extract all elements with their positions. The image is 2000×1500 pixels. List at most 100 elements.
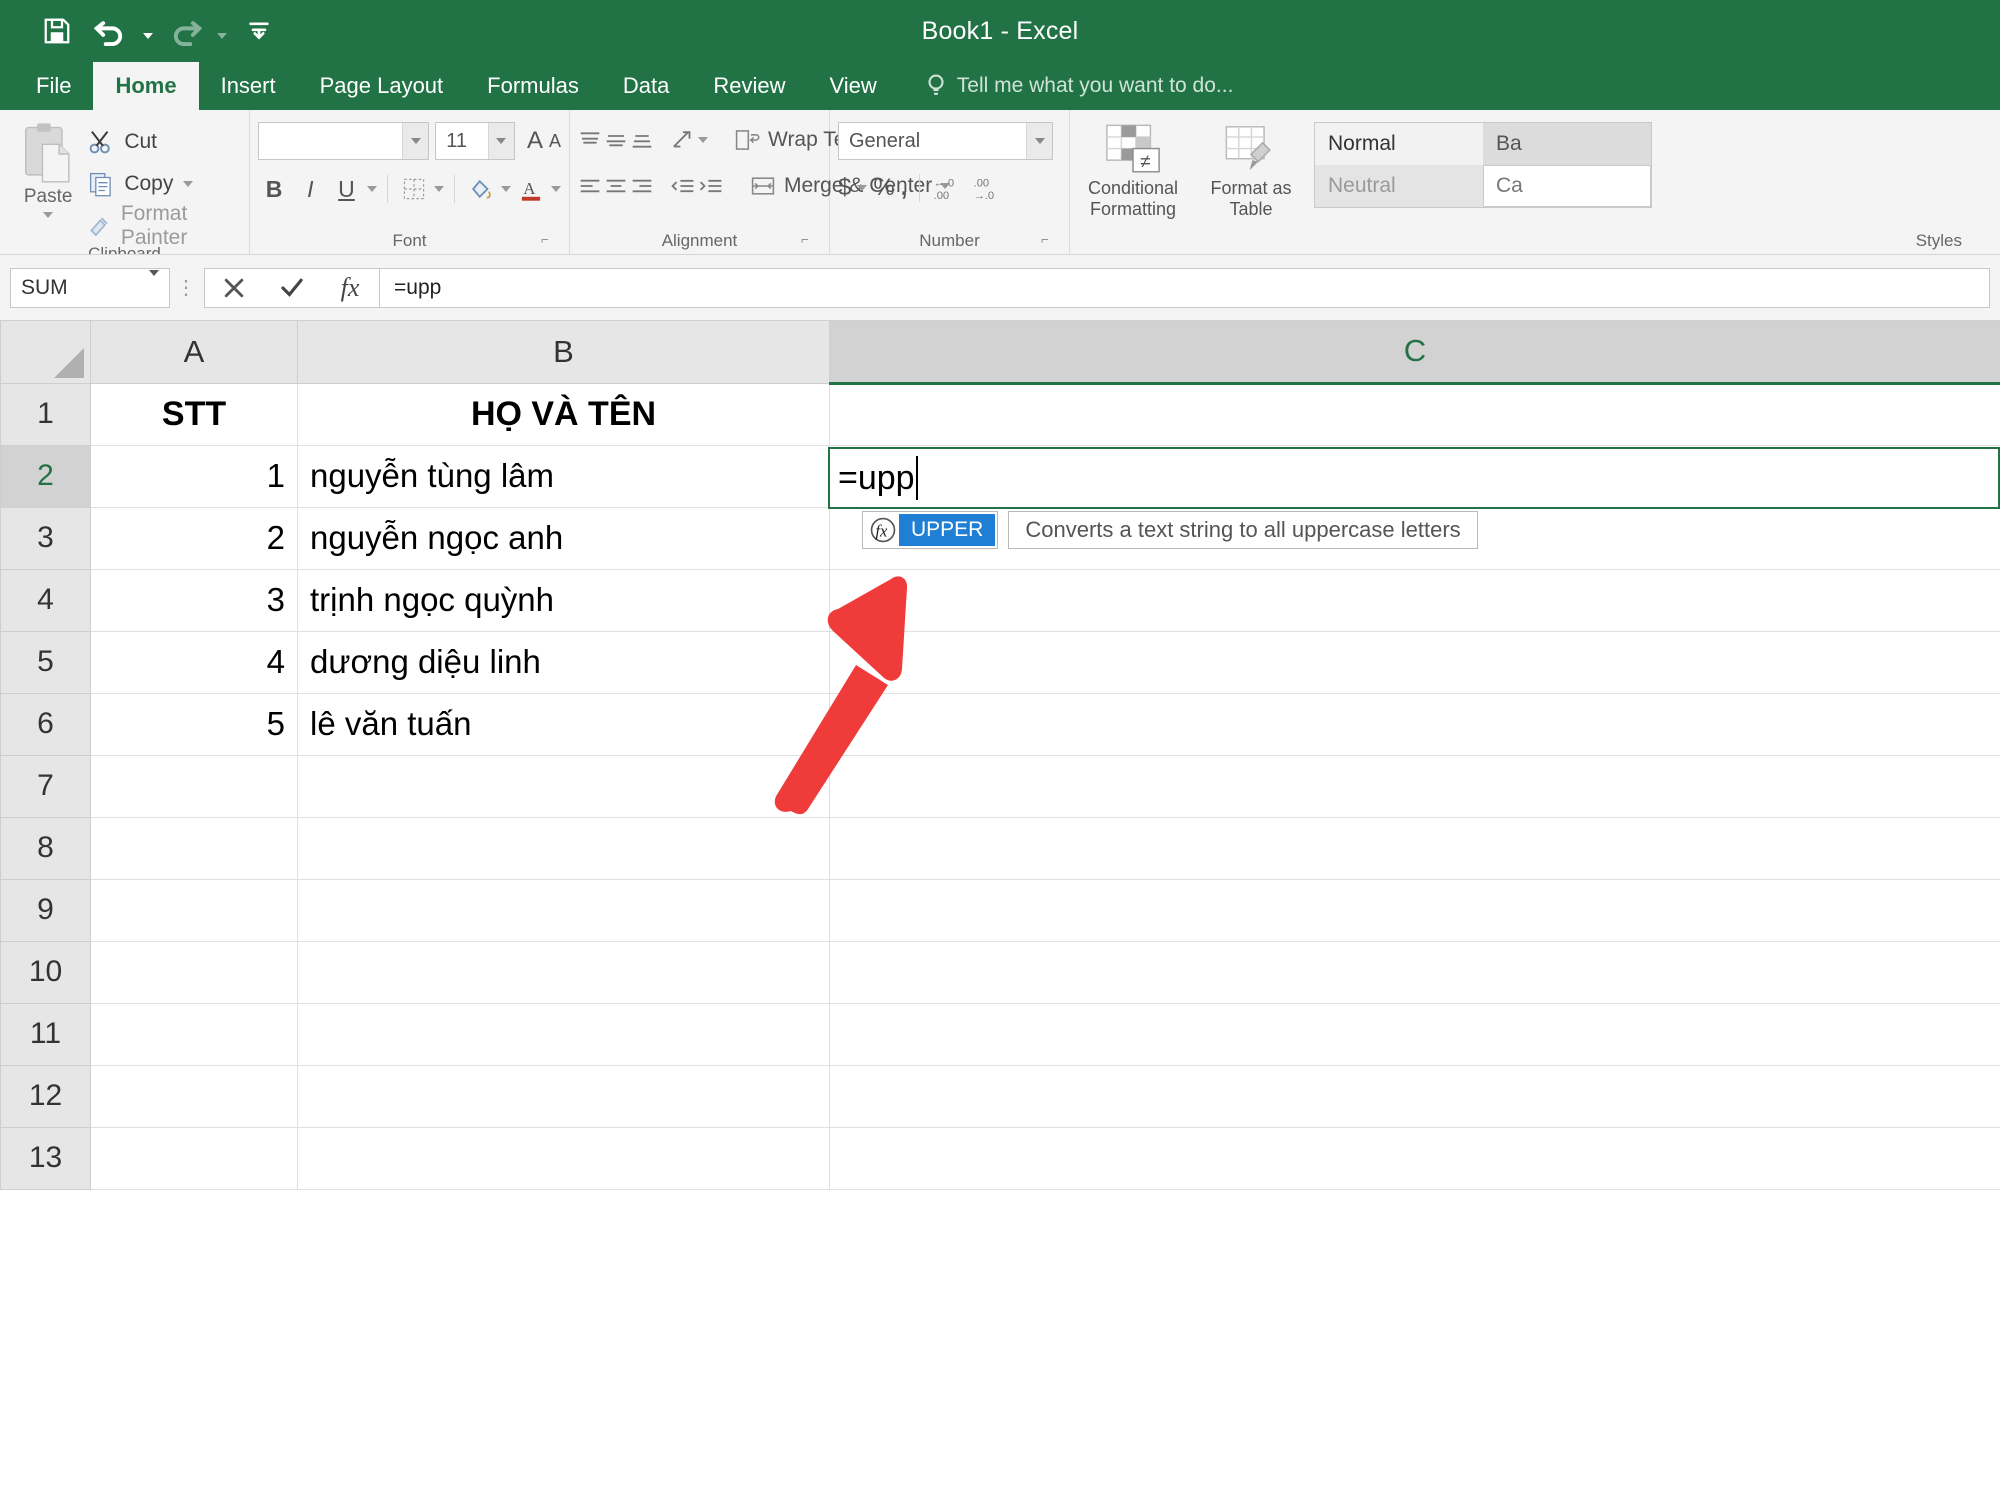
cell-A10[interactable] xyxy=(90,940,298,1004)
cell-A1[interactable]: STT xyxy=(90,382,298,446)
column-header-c[interactable]: C xyxy=(829,321,2000,385)
comma-style-button[interactable]: , xyxy=(901,174,908,202)
cell-B5[interactable]: dương diệu linh xyxy=(297,630,830,694)
row-header-12[interactable]: 12 xyxy=(0,1064,91,1128)
row-header-10[interactable]: 10 xyxy=(0,940,91,1004)
conditional-formatting-button[interactable]: ≠ Conditional Formatting xyxy=(1078,122,1188,219)
cell-B1[interactable]: HỌ VÀ TÊN xyxy=(297,382,830,446)
row-header-8[interactable]: 8 xyxy=(0,816,91,880)
font-name-dropdown-icon[interactable] xyxy=(402,123,429,159)
number-format-select[interactable]: General xyxy=(838,122,1053,160)
formula-bar-handle[interactable]: ⋮ xyxy=(170,275,204,300)
number-format-dropdown-icon[interactable] xyxy=(1026,123,1052,159)
cell-A3[interactable]: 2 xyxy=(90,506,298,570)
row-header-5[interactable]: 5 xyxy=(0,630,91,694)
align-bottom-button[interactable] xyxy=(630,124,654,156)
underline-dropdown-icon[interactable] xyxy=(366,186,377,192)
increase-decimal-icon[interactable]: ←.0.00 xyxy=(932,174,966,202)
decrease-font-size-button[interactable]: A xyxy=(549,131,561,152)
row-header-9[interactable]: 9 xyxy=(0,878,91,942)
font-color-button[interactable]: A xyxy=(515,172,547,206)
style-neutral[interactable]: Neutral xyxy=(1315,165,1483,207)
tab-formulas[interactable]: Formulas xyxy=(465,62,601,110)
decrease-indent-button[interactable] xyxy=(670,170,696,202)
cell-B11[interactable] xyxy=(297,1002,830,1066)
font-name-input[interactable] xyxy=(258,122,430,160)
cell-A13[interactable] xyxy=(90,1126,298,1190)
tab-home[interactable]: Home xyxy=(93,62,199,110)
italic-button[interactable]: I xyxy=(294,172,326,206)
tab-file[interactable]: File xyxy=(14,62,93,110)
cell-C6[interactable] xyxy=(829,692,2000,756)
orientation-dropdown-icon[interactable] xyxy=(698,137,708,143)
row-header-1[interactable]: 1 xyxy=(0,382,91,446)
cell-C4[interactable] xyxy=(829,568,2000,632)
row-header-13[interactable]: 13 xyxy=(0,1126,91,1190)
cell-C10[interactable] xyxy=(829,940,2000,1004)
fill-color-button[interactable] xyxy=(465,172,497,206)
cell-B7[interactable] xyxy=(297,754,830,818)
copy-button[interactable]: Copy xyxy=(88,166,241,202)
alignment-dialog-launcher[interactable]: ⌐ xyxy=(801,232,815,247)
cell-C13[interactable] xyxy=(829,1126,2000,1190)
cell-C9[interactable] xyxy=(829,878,2000,942)
cell-A5[interactable]: 4 xyxy=(90,630,298,694)
active-cell-editor[interactable]: =upp xyxy=(828,447,2000,509)
insert-function-icon[interactable]: fx xyxy=(321,269,379,307)
font-size-dropdown-icon[interactable] xyxy=(487,123,514,159)
borders-button[interactable] xyxy=(398,172,430,206)
increase-font-size-button[interactable]: A xyxy=(527,127,543,155)
cell-B8[interactable] xyxy=(297,816,830,880)
font-dialog-launcher[interactable]: ⌐ xyxy=(541,232,555,247)
align-center-button[interactable] xyxy=(604,170,628,202)
font-color-dropdown-icon[interactable] xyxy=(551,186,562,192)
tab-review[interactable]: Review xyxy=(691,62,807,110)
fill-color-dropdown-icon[interactable] xyxy=(500,186,511,192)
cell-A8[interactable] xyxy=(90,816,298,880)
align-right-button[interactable] xyxy=(630,170,654,202)
row-header-11[interactable]: 11 xyxy=(0,1002,91,1066)
row-header-2[interactable]: 2 xyxy=(0,444,91,508)
align-left-button[interactable] xyxy=(578,170,602,202)
percent-style-button[interactable]: % xyxy=(873,174,894,202)
underline-button[interactable]: U xyxy=(330,172,362,206)
cell-A7[interactable] xyxy=(90,754,298,818)
cell-B2[interactable]: nguyễn tùng lâm xyxy=(297,444,830,508)
tab-page-layout[interactable]: Page Layout xyxy=(298,62,466,110)
number-dialog-launcher[interactable]: ⌐ xyxy=(1041,232,1055,247)
cell-C8[interactable] xyxy=(829,816,2000,880)
tab-data[interactable]: Data xyxy=(601,62,691,110)
name-box-dropdown-icon[interactable] xyxy=(149,269,159,300)
format-painter-button[interactable]: Format Painter xyxy=(88,202,241,249)
accounting-format-button[interactable]: $ xyxy=(838,174,851,202)
row-header-6[interactable]: 6 xyxy=(0,692,91,756)
format-as-table-button[interactable]: Format as Table xyxy=(1196,122,1306,219)
paste-button[interactable]: Paste xyxy=(8,116,88,218)
autocomplete-item-upper[interactable]: fx UPPER xyxy=(862,511,999,549)
font-size-input[interactable]: 11 xyxy=(435,122,515,160)
tab-view[interactable]: View xyxy=(807,62,898,110)
name-box[interactable]: SUM xyxy=(10,267,170,308)
cell-B10[interactable] xyxy=(297,940,830,1004)
cell-B13[interactable] xyxy=(297,1126,830,1190)
clipboard-dialog-launcher[interactable]: ⌐ xyxy=(221,248,235,254)
cell-B6[interactable]: lê văn tuấn xyxy=(297,692,830,756)
cell-B9[interactable] xyxy=(297,878,830,942)
cell-A6[interactable]: 5 xyxy=(90,692,298,756)
style-calculation[interactable]: Ca xyxy=(1483,165,1651,207)
row-header-3[interactable]: 3 xyxy=(0,506,91,570)
borders-dropdown-icon[interactable] xyxy=(433,186,444,192)
formula-input[interactable]: =upp xyxy=(379,267,1990,308)
cell-C1[interactable] xyxy=(829,382,2000,446)
cell-C5[interactable] xyxy=(829,630,2000,694)
accounting-dropdown-icon[interactable] xyxy=(857,185,868,191)
cell-C7[interactable] xyxy=(829,754,2000,818)
cell-B3[interactable]: nguyễn ngọc anh xyxy=(297,506,830,570)
column-header-a[interactable]: A xyxy=(90,321,298,384)
cut-button[interactable]: Cut xyxy=(88,124,241,160)
cell-A9[interactable] xyxy=(90,878,298,942)
align-middle-button[interactable] xyxy=(604,124,628,156)
cell-A11[interactable] xyxy=(90,1002,298,1066)
row-header-7[interactable]: 7 xyxy=(0,754,91,818)
cell-A12[interactable] xyxy=(90,1064,298,1128)
